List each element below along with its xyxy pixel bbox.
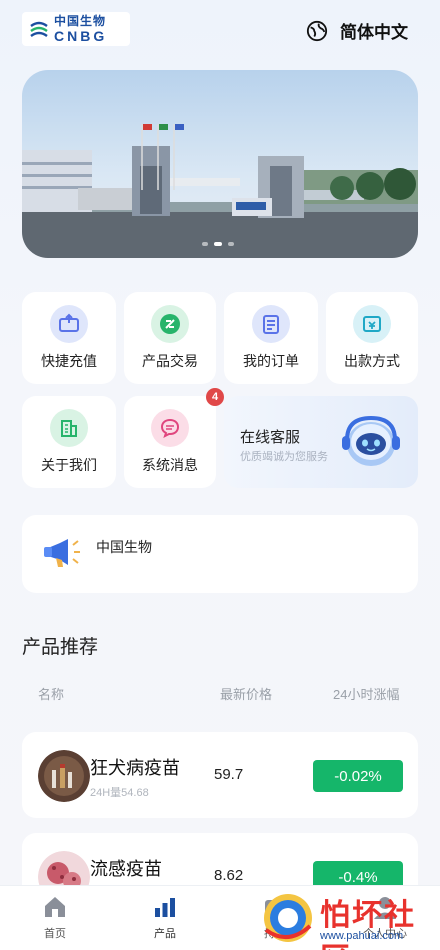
message-icon (151, 409, 189, 447)
tab-label: 首页 (44, 928, 66, 940)
product-price: 59.7 (214, 766, 244, 783)
logo-chinese-text: 中国生物 (54, 14, 107, 28)
quick-action-label: 产品交易 (142, 353, 198, 369)
product-volume: 24H量54.68 (90, 787, 149, 799)
watermark: 怕坏社区 www.pahuai.com (258, 884, 440, 950)
withdraw-icon (353, 305, 391, 343)
quick-action-label: 我的订单 (243, 353, 299, 369)
column-header-change: 24小时涨幅 (333, 687, 400, 702)
tab-label: 产品 (154, 928, 176, 940)
tab-home[interactable]: 首页 (0, 886, 110, 950)
carousel-dot[interactable] (202, 242, 208, 246)
tab-products[interactable]: 产品 (110, 886, 220, 950)
logo-english-text: CNBG (54, 28, 108, 44)
product-name: 狂犬病疫苗 (90, 758, 180, 778)
building-icon (50, 409, 88, 447)
product-row[interactable]: 狂犬病疫苗 24H量54.68 59.7 -0.02% (22, 732, 418, 818)
quick-action-label: 关于我们 (41, 457, 97, 473)
column-header-price: 最新价格 (220, 687, 273, 702)
unread-badge: 4 (206, 388, 224, 406)
headset-robot-icon (342, 415, 400, 466)
watermark-url: www.pahuai.com (320, 930, 404, 942)
quick-action-label: 出款方式 (344, 353, 400, 369)
quick-action-label: 系统消息 (142, 457, 198, 473)
product-change-badge: -0.02% (313, 760, 403, 792)
language-switcher[interactable]: 简体中文 (306, 18, 408, 43)
language-label: 简体中文 (340, 23, 408, 42)
carousel-dot-active[interactable] (214, 242, 222, 246)
bar-chart-icon (155, 898, 175, 917)
home-icon (45, 897, 65, 917)
quick-action-trade[interactable]: 产品交易 (124, 292, 216, 384)
notice-text: 中国生物 (96, 539, 152, 555)
quick-action-label: 快捷充值 (41, 353, 97, 369)
online-service-card[interactable]: 在线客服 优质竭诚为您服务 (224, 396, 418, 488)
product-price: 8.62 (214, 867, 244, 884)
watermark-logo-icon (264, 894, 312, 942)
banner-factory-image (22, 124, 418, 258)
product-thumbnail (38, 750, 90, 802)
order-icon (252, 305, 290, 343)
quick-action-withdraw[interactable]: 出款方式 (326, 292, 418, 384)
quick-action-messages[interactable]: 4 系统消息 (124, 388, 224, 488)
service-title: 在线客服 (240, 429, 301, 446)
service-subtitle: 优质竭诚为您服务 (240, 451, 328, 463)
carousel-dot[interactable] (228, 242, 234, 246)
cnbg-logo-mark-icon (30, 21, 48, 37)
quick-action-about[interactable]: 关于我们 (22, 396, 116, 488)
cnbg-logo[interactable]: 中国生物 CNBG (22, 12, 130, 46)
recharge-icon (50, 305, 88, 343)
notice-bar[interactable]: 中国生物 (22, 515, 418, 593)
section-title-products: 产品推荐 (22, 637, 99, 658)
header: 中国生物 CNBG 简体中文 (0, 0, 440, 64)
product-name: 流感疫苗 (90, 859, 162, 879)
megaphone-icon (44, 539, 80, 567)
quick-action-orders[interactable]: 我的订单 (224, 292, 318, 384)
column-header-name: 名称 (38, 687, 65, 702)
trade-icon (151, 305, 189, 343)
banner-carousel[interactable] (22, 70, 418, 258)
globe-icon (306, 20, 328, 41)
quick-action-recharge[interactable]: 快捷充值 (22, 292, 116, 384)
carousel-dots[interactable] (202, 242, 234, 246)
